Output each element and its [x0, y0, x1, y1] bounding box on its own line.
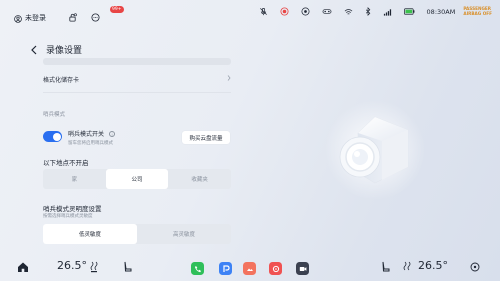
media-app-icon[interactable] [269, 262, 282, 275]
chevron-right-icon [227, 75, 231, 83]
user-login[interactable]: 未登录 [14, 8, 46, 27]
camera-app-icon[interactable] [296, 262, 309, 275]
sensitivity-segmented: 低灵敏度 高灵敏度 [43, 224, 231, 244]
page-title: 录像设置 [46, 46, 83, 56]
sentry-section-label: 哨兵模式 [43, 112, 66, 118]
user-login-label: 未登录 [25, 13, 46, 22]
photos-app-icon[interactable] [243, 262, 256, 275]
mic-off-icon [259, 7, 268, 16]
sensitivity-title: 哨兵模式灵明度设置 [43, 205, 102, 213]
scroll-strip [43, 58, 231, 65]
bottom-dock: 26.5° 26.5° [0, 253, 500, 281]
exclude-locations-title: 以下地点不开启 [43, 159, 89, 167]
wifi-icon [344, 8, 353, 16]
driver-seat-icon[interactable] [123, 261, 133, 273]
toggle-knob [52, 132, 61, 141]
message-badge: 99+ [110, 6, 124, 13]
bluetooth-icon [365, 7, 371, 17]
sentry-camera-illustration [320, 95, 430, 205]
recording-icon [280, 7, 289, 16]
home-icon[interactable] [17, 261, 29, 273]
passenger-temperature[interactable]: 26.5° [418, 259, 448, 272]
seat-heat-icon[interactable] [90, 261, 98, 273]
location-option-home[interactable]: 家 [43, 169, 106, 189]
info-icon[interactable]: i [109, 130, 116, 137]
format-storage-card-row[interactable]: 格式化储存卡 [43, 69, 231, 89]
sensitivity-option-low[interactable]: 低灵敏度 [43, 224, 137, 244]
status-bar: 未登录 99+ 08:30AM PASSENGER AIRBAG OFF [0, 0, 500, 28]
driver-temperature[interactable]: 26.5° [57, 259, 87, 272]
sensitivity-option-high[interactable]: 高灵敏度 [137, 224, 231, 244]
lock-icon[interactable] [68, 13, 77, 22]
clock: 08:30AM [426, 7, 456, 16]
buy-cloud-traffic-button[interactable]: 购买云盘流量 [182, 131, 230, 144]
signal-4g-icon [383, 8, 392, 16]
divider [43, 92, 231, 93]
car-link-icon [322, 7, 332, 16]
format-storage-card-label: 格式化储存卡 [43, 76, 80, 84]
battery-icon [403, 8, 415, 15]
location-option-favorites[interactable]: 收藏夹 [168, 169, 231, 189]
location-option-company[interactable]: 公司 [105, 169, 169, 189]
exclude-locations-segmented: 家 公司 收藏夹 [43, 169, 231, 189]
maps-app-icon[interactable] [219, 262, 232, 275]
grid-menu-icon[interactable] [470, 262, 480, 272]
airbag-line-2: AIRBAG [463, 10, 482, 16]
message-icon[interactable] [91, 13, 100, 22]
fan-icon[interactable] [403, 261, 413, 273]
sentry-mode-toggle[interactable] [43, 131, 62, 142]
phone-app-icon[interactable] [191, 262, 204, 275]
page-header: 录像设置 [30, 40, 82, 59]
user-icon [14, 8, 22, 27]
chevron-left-icon[interactable] [30, 40, 38, 59]
passenger-seat-icon[interactable] [381, 261, 391, 273]
sensitivity-description: 按需选择哨兵模式灵敏度 [43, 214, 93, 219]
passenger-airbag-off: PASSENGER AIRBAG OFF [463, 6, 492, 16]
sentry-toggle-description: 留车您将启用哨兵模式 [68, 141, 113, 146]
sentry-toggle-label-wrap: 哨兵模式开关 i [68, 129, 116, 138]
sentry-toggle-label: 哨兵模式开关 [68, 131, 105, 138]
sentry-icon [301, 7, 310, 16]
airbag-line-3: OFF [482, 10, 492, 16]
